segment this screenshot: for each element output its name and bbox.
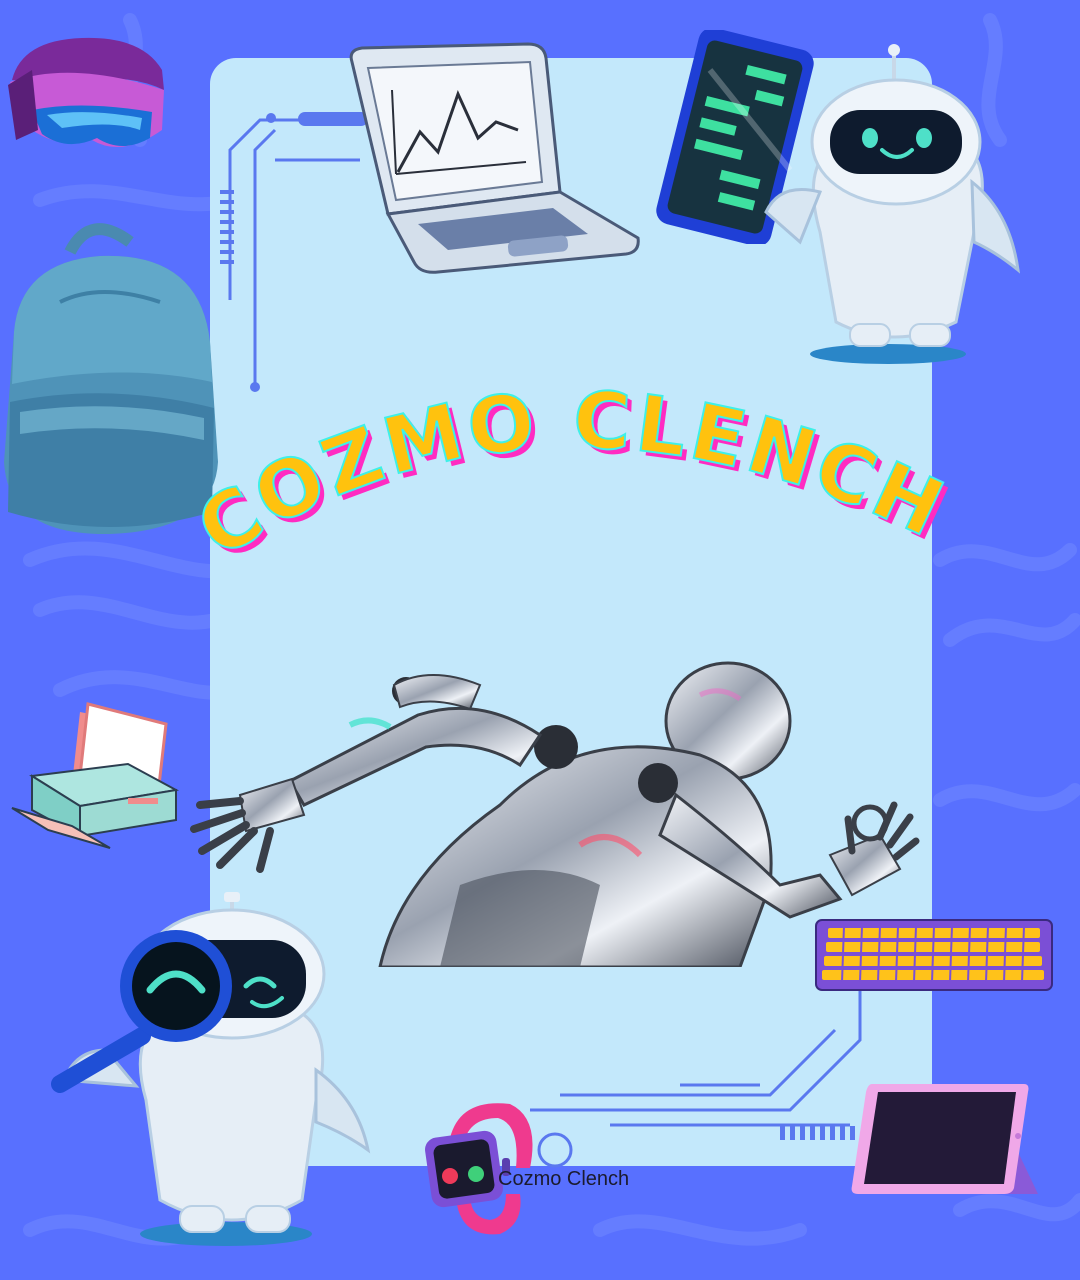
tablet-icon — [851, 1084, 1038, 1194]
robot-with-magnifier-icon — [51, 892, 371, 1246]
poster-title-text: COZMO CLENCH — [190, 375, 956, 577]
vr-headset-icon — [8, 37, 164, 148]
poster-canvas: COZMO CLENCH COZMO CLENCH Cozmo Clench — [0, 0, 1080, 1280]
caption-text: Cozmo Clench — [498, 1168, 630, 1190]
poster-title: COZMO CLENCH COZMO CLENCH — [190, 375, 960, 581]
svg-text:COZMO CLENCH: COZMO CLENCH — [190, 376, 959, 576]
laptop-chart-icon — [349, 42, 640, 274]
backpack-icon — [4, 223, 218, 535]
printer-icon — [11, 702, 180, 849]
keyboard-icon — [815, 919, 1053, 991]
robot-with-phone-icon — [764, 44, 1021, 364]
